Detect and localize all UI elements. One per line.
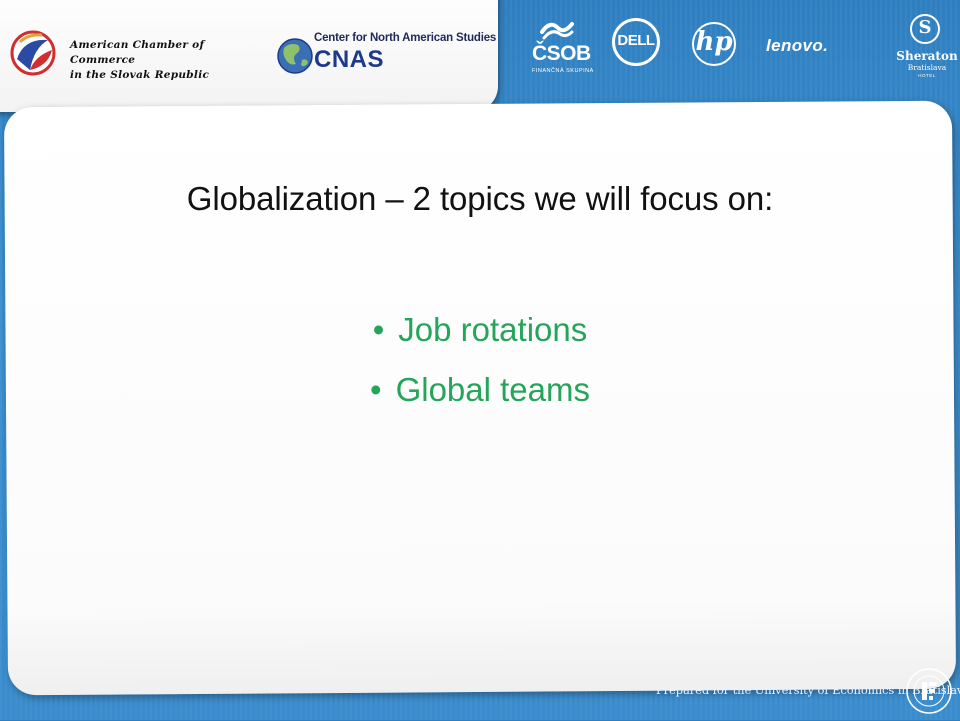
lenovo-logo: lenovo. [766, 36, 876, 60]
sheraton-name: Sheraton [896, 49, 958, 63]
slide-title: Globalization – 2 topics we will focus o… [186, 180, 774, 217]
csob-wave-icon [540, 22, 574, 40]
csob-tagline: FINANČNÁ SKUPINA [532, 68, 594, 74]
sheraton-logo: S Sheraton Bratislava HOTEL [896, 12, 958, 90]
university-seal-logo [904, 666, 954, 716]
amcham-emblem-icon [10, 30, 56, 76]
amcham-line2: in the Slovak Republic [70, 69, 210, 81]
bullet-item: • Job rotations [0, 300, 960, 360]
amcham-text: American Chamber of Commerce in the Slov… [70, 38, 250, 83]
bullet-list: • Job rotations • Global teams [0, 300, 960, 420]
bullet-marker: • [372, 311, 385, 348]
sheraton-emblem-icon: S [910, 14, 940, 44]
lenovo-name: lenovo. [766, 36, 829, 55]
globe-icon [277, 38, 313, 74]
sheraton-hotel: HOTEL [918, 73, 936, 78]
amcham-line1: American Chamber of Commerce [70, 39, 205, 66]
bullet-text: Job rotations [398, 311, 588, 348]
amcham-logo: American Chamber of Commerce in the Slov… [8, 26, 248, 82]
dell-logo: DELL [612, 18, 660, 66]
csob-name: ČSOB [532, 42, 591, 65]
hp-name: hp [695, 27, 733, 57]
bullet-text: Global teams [395, 371, 590, 408]
hp-logo: hp [692, 22, 736, 66]
dell-name: DELL [617, 32, 655, 49]
csob-logo: ČSOB FINANČNÁ SKUPINA [528, 18, 593, 84]
university-seal-icon [906, 668, 952, 714]
bullet-marker: • [370, 371, 382, 408]
sheraton-city: Bratislava [907, 63, 947, 72]
cnas-logo: Center for North American Studies CNAS [276, 28, 496, 80]
cnas-top-text: Center for North American Studies [314, 32, 497, 44]
cnas-acronym: CNAS [314, 46, 385, 73]
bullet-item: • Global teams [0, 360, 960, 420]
